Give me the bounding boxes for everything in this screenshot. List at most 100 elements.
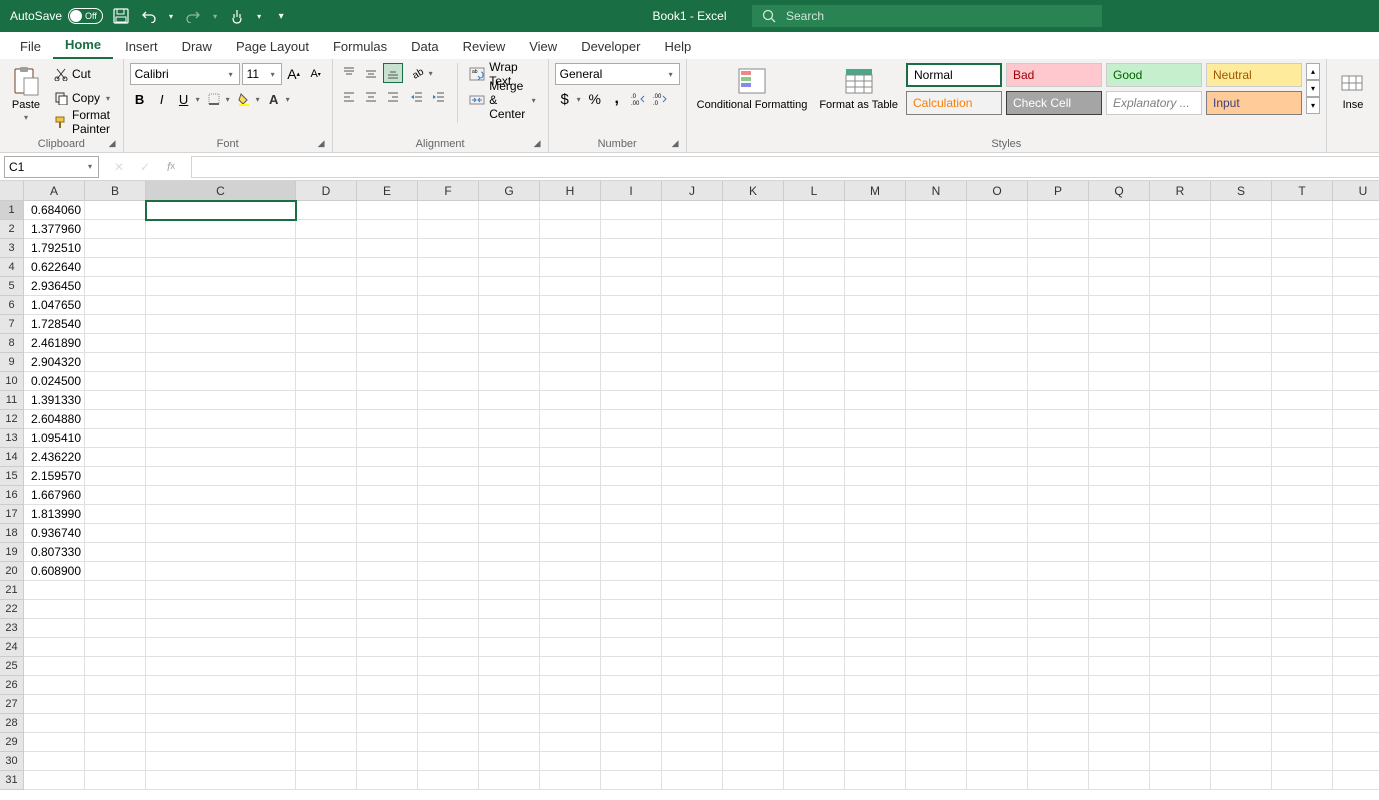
- cell-F19[interactable]: [418, 543, 479, 562]
- cell-C14[interactable]: [146, 448, 296, 467]
- cell-U19[interactable]: [1333, 543, 1379, 562]
- cell-U10[interactable]: [1333, 372, 1379, 391]
- cell-S2[interactable]: [1211, 220, 1272, 239]
- cell-P10[interactable]: [1028, 372, 1089, 391]
- cell-I27[interactable]: [601, 695, 662, 714]
- cell-E14[interactable]: [357, 448, 418, 467]
- cell-R26[interactable]: [1150, 676, 1211, 695]
- font-color-button[interactable]: A: [264, 89, 284, 109]
- cell-O12[interactable]: [967, 410, 1028, 429]
- cell-J30[interactable]: [662, 752, 723, 771]
- cell-C15[interactable]: [146, 467, 296, 486]
- cell-K28[interactable]: [723, 714, 784, 733]
- cell-H29[interactable]: [540, 733, 601, 752]
- cell-O14[interactable]: [967, 448, 1028, 467]
- cell-H22[interactable]: [540, 600, 601, 619]
- orientation-dropdown[interactable]: ▾: [427, 69, 435, 78]
- column-header-F[interactable]: F: [418, 181, 479, 201]
- cell-F15[interactable]: [418, 467, 479, 486]
- cell-F6[interactable]: [418, 296, 479, 315]
- cell-E25[interactable]: [357, 657, 418, 676]
- currency-button[interactable]: $: [555, 89, 575, 109]
- cell-J5[interactable]: [662, 277, 723, 296]
- cell-T11[interactable]: [1272, 391, 1333, 410]
- cell-D25[interactable]: [296, 657, 357, 676]
- percent-button[interactable]: %: [585, 89, 605, 109]
- style-input[interactable]: Input: [1206, 91, 1302, 115]
- cell-C30[interactable]: [146, 752, 296, 771]
- cell-S27[interactable]: [1211, 695, 1272, 714]
- cell-A5[interactable]: 2.936450: [24, 277, 85, 296]
- cell-A28[interactable]: [24, 714, 85, 733]
- cell-Q8[interactable]: [1089, 334, 1150, 353]
- cell-Q31[interactable]: [1089, 771, 1150, 790]
- row-header-30[interactable]: 30: [0, 752, 24, 771]
- cell-D14[interactable]: [296, 448, 357, 467]
- touch-mode-icon[interactable]: [227, 6, 247, 26]
- cell-F14[interactable]: [418, 448, 479, 467]
- row-header-25[interactable]: 25: [0, 657, 24, 676]
- cell-J15[interactable]: [662, 467, 723, 486]
- cell-T12[interactable]: [1272, 410, 1333, 429]
- cell-S15[interactable]: [1211, 467, 1272, 486]
- touch-dropdown[interactable]: ▾: [255, 12, 263, 21]
- cell-I3[interactable]: [601, 239, 662, 258]
- cell-T31[interactable]: [1272, 771, 1333, 790]
- row-header-5[interactable]: 5: [0, 277, 24, 296]
- cell-F4[interactable]: [418, 258, 479, 277]
- cell-M20[interactable]: [845, 562, 906, 581]
- cell-R23[interactable]: [1150, 619, 1211, 638]
- cell-U27[interactable]: [1333, 695, 1379, 714]
- cell-O6[interactable]: [967, 296, 1028, 315]
- cell-H12[interactable]: [540, 410, 601, 429]
- cell-D5[interactable]: [296, 277, 357, 296]
- cell-Q29[interactable]: [1089, 733, 1150, 752]
- cell-J26[interactable]: [662, 676, 723, 695]
- row-header-18[interactable]: 18: [0, 524, 24, 543]
- cell-B10[interactable]: [85, 372, 146, 391]
- cell-L25[interactable]: [784, 657, 845, 676]
- cell-J23[interactable]: [662, 619, 723, 638]
- cell-K30[interactable]: [723, 752, 784, 771]
- cell-B13[interactable]: [85, 429, 146, 448]
- cell-N18[interactable]: [906, 524, 967, 543]
- undo-button[interactable]: [139, 6, 159, 26]
- cell-J4[interactable]: [662, 258, 723, 277]
- cell-C17[interactable]: [146, 505, 296, 524]
- cell-Q11[interactable]: [1089, 391, 1150, 410]
- cell-B19[interactable]: [85, 543, 146, 562]
- row-header-23[interactable]: 23: [0, 619, 24, 638]
- cell-O5[interactable]: [967, 277, 1028, 296]
- cell-C22[interactable]: [146, 600, 296, 619]
- cell-L29[interactable]: [784, 733, 845, 752]
- cell-N10[interactable]: [906, 372, 967, 391]
- cell-J8[interactable]: [662, 334, 723, 353]
- tab-review[interactable]: Review: [451, 34, 518, 59]
- cell-I14[interactable]: [601, 448, 662, 467]
- row-header-15[interactable]: 15: [0, 467, 24, 486]
- cell-B5[interactable]: [85, 277, 146, 296]
- cell-L18[interactable]: [784, 524, 845, 543]
- fill-color-dropdown[interactable]: ▾: [254, 95, 262, 104]
- cell-U8[interactable]: [1333, 334, 1379, 353]
- gallery-down[interactable]: ▾: [1306, 80, 1320, 97]
- cell-R22[interactable]: [1150, 600, 1211, 619]
- cell-J14[interactable]: [662, 448, 723, 467]
- cell-S21[interactable]: [1211, 581, 1272, 600]
- row-header-1[interactable]: 1: [0, 201, 24, 220]
- cell-R29[interactable]: [1150, 733, 1211, 752]
- cell-H3[interactable]: [540, 239, 601, 258]
- cell-R2[interactable]: [1150, 220, 1211, 239]
- cell-I17[interactable]: [601, 505, 662, 524]
- cell-H31[interactable]: [540, 771, 601, 790]
- cell-S17[interactable]: [1211, 505, 1272, 524]
- cell-M17[interactable]: [845, 505, 906, 524]
- cell-I2[interactable]: [601, 220, 662, 239]
- increase-font-button[interactable]: A▴: [284, 64, 304, 84]
- cell-F28[interactable]: [418, 714, 479, 733]
- cell-P28[interactable]: [1028, 714, 1089, 733]
- cell-H23[interactable]: [540, 619, 601, 638]
- orientation-button[interactable]: ab: [407, 63, 427, 83]
- cell-O2[interactable]: [967, 220, 1028, 239]
- cell-E26[interactable]: [357, 676, 418, 695]
